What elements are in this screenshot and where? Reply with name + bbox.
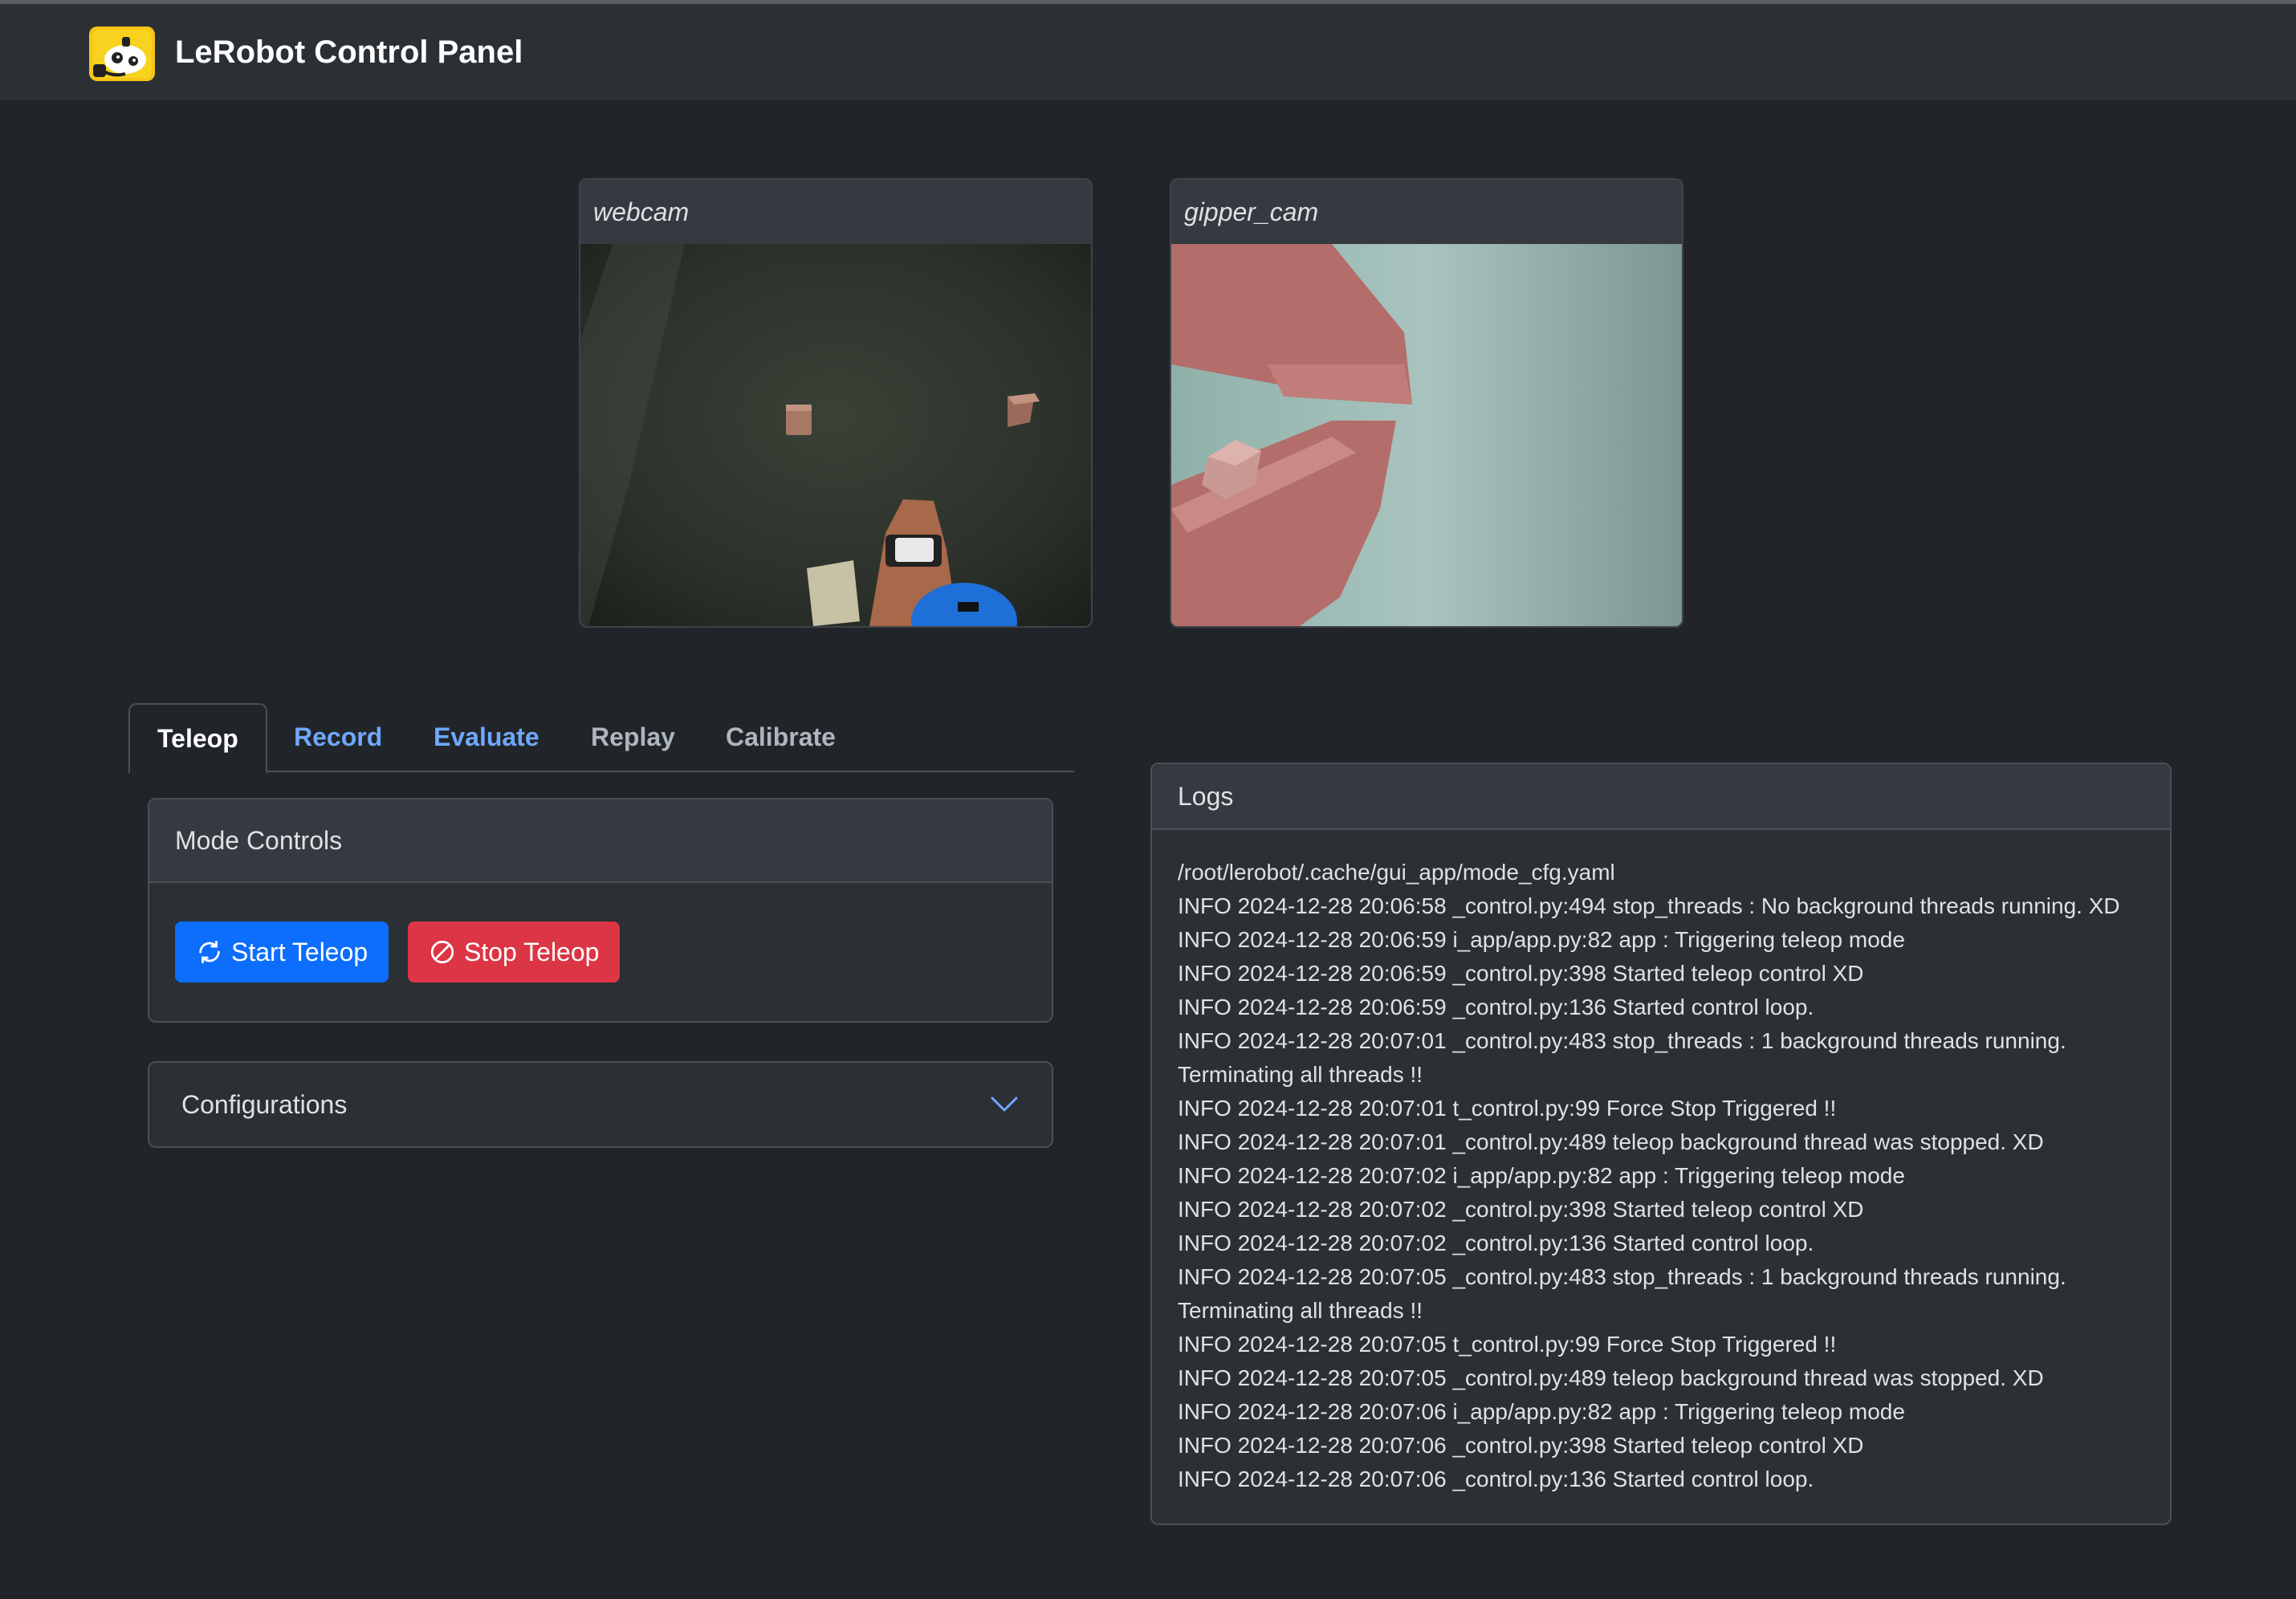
- configurations-title: Configurations: [181, 1090, 348, 1119]
- log-line: INFO 2024-12-28 20:06:59 _control.py:136…: [1178, 995, 1814, 1019]
- log-line: INFO 2024-12-28 20:06:59 _control.py:398…: [1178, 961, 1864, 986]
- log-line: INFO 2024-12-28 20:07:05 t_control.py:99…: [1178, 1332, 1837, 1357]
- camera-title: webcam: [580, 180, 1091, 244]
- logs-title: Logs: [1152, 764, 2170, 830]
- log-line: INFO 2024-12-28 20:06:58 _control.py:494…: [1178, 893, 2120, 918]
- mode-controls-card: Mode Controls Start Teleop Stop Teleop: [148, 798, 1053, 1023]
- tab-replay[interactable]: Replay: [564, 703, 702, 772]
- log-line: INFO 2024-12-28 20:07:05 _control.py:489…: [1178, 1365, 2044, 1390]
- camera-card-webcam: webcam: [579, 178, 1093, 628]
- log-line: Terminating all threads !!: [1178, 1062, 1423, 1087]
- robot-logo-icon: [89, 26, 155, 81]
- log-line: INFO 2024-12-28 20:07:02 i_app/app.py:82…: [1178, 1163, 1905, 1188]
- logs-output: /root/lerobot/.cache/gui_app/mode_cfg.ya…: [1178, 856, 2154, 1496]
- start-teleop-label: Start Teleop: [231, 937, 368, 966]
- log-line: INFO 2024-12-28 20:07:01 t_control.py:99…: [1178, 1096, 1837, 1121]
- log-line: INFO 2024-12-28 20:07:01 _control.py:483…: [1178, 1028, 2066, 1053]
- log-line: INFO 2024-12-28 20:07:02 _control.py:398…: [1178, 1197, 1864, 1222]
- configurations-accordion[interactable]: Configurations: [148, 1061, 1053, 1148]
- app-title: LeRobot Control Panel: [175, 35, 523, 70]
- mode-controls-title: Mode Controls: [149, 800, 1052, 883]
- log-line: INFO 2024-12-28 20:07:06 _control.py:398…: [1178, 1433, 1864, 1458]
- mode-tabs: Teleop Record Evaluate Replay Calibrate: [128, 703, 1074, 774]
- tab-evaluate[interactable]: Evaluate: [406, 703, 567, 772]
- chevron-down-icon[interactable]: [989, 1092, 1020, 1117]
- camera-card-gipper-cam: gipper_cam: [1170, 178, 1683, 628]
- webcam-feed-image: [580, 244, 1091, 626]
- stop-teleop-button[interactable]: Stop Teleop: [408, 922, 621, 983]
- log-line: INFO 2024-12-28 20:07:02 _control.py:136…: [1178, 1231, 1814, 1255]
- log-line: /root/lerobot/.cache/gui_app/mode_cfg.ya…: [1178, 860, 1615, 885]
- camera-title: gipper_cam: [1171, 180, 1682, 244]
- log-line: INFO 2024-12-28 20:07:06 i_app/app.py:82…: [1178, 1399, 1905, 1424]
- tab-calibrate[interactable]: Calibrate: [698, 703, 863, 772]
- start-teleop-button[interactable]: Start Teleop: [175, 922, 389, 983]
- stop-teleop-label: Stop Teleop: [464, 937, 600, 966]
- log-line: INFO 2024-12-28 20:07:06 _control.py:136…: [1178, 1467, 1814, 1491]
- log-line: INFO 2024-12-28 20:07:01 _control.py:489…: [1178, 1129, 2044, 1154]
- refresh-icon: [199, 940, 220, 964]
- tab-teleop[interactable]: Teleop: [128, 703, 267, 774]
- logs-card: Logs /root/lerobot/.cache/gui_app/mode_c…: [1150, 763, 2172, 1525]
- gipper-cam-feed-image: [1171, 244, 1682, 626]
- tab-record[interactable]: Record: [267, 703, 409, 772]
- log-line: INFO 2024-12-28 20:06:59 i_app/app.py:82…: [1178, 927, 1905, 952]
- navbar: LeRobot Control Panel: [0, 4, 2296, 100]
- log-line: Terminating all threads !!: [1178, 1298, 1423, 1323]
- log-line: INFO 2024-12-28 20:07:05 _control.py:483…: [1178, 1264, 2066, 1289]
- prohibited-icon: [430, 940, 454, 964]
